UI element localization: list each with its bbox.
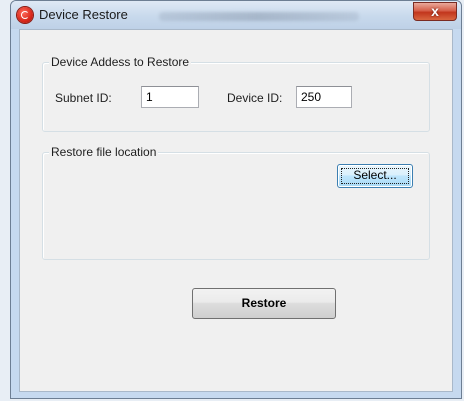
restore-file-group-title: Restore file location bbox=[49, 145, 159, 159]
title-bar[interactable]: Device Restore x bbox=[11, 1, 461, 29]
subnet-id-label: Subnet ID: bbox=[55, 91, 112, 105]
device-id-label: Device ID: bbox=[227, 91, 283, 105]
blurred-title-text bbox=[159, 12, 359, 21]
close-button[interactable]: x bbox=[413, 2, 457, 21]
dialog-client-area: Device Addess to Restore Subnet ID: 1 De… bbox=[19, 29, 453, 392]
restore-file-group: Restore file location Select... bbox=[42, 145, 430, 260]
device-id-input[interactable]: 250 bbox=[296, 86, 352, 108]
subnet-id-input[interactable]: 1 bbox=[141, 86, 199, 108]
select-file-button[interactable]: Select... bbox=[337, 164, 413, 188]
device-address-group-title: Device Addess to Restore bbox=[49, 55, 192, 69]
device-address-group: Device Addess to Restore Subnet ID: 1 De… bbox=[42, 55, 430, 132]
device-restore-window: Device Restore x Device Addess to Restor… bbox=[10, 0, 462, 399]
close-icon: x bbox=[431, 3, 439, 19]
app-restore-icon[interactable] bbox=[17, 7, 33, 23]
window-title: Device Restore bbox=[39, 7, 128, 22]
restore-button[interactable]: Restore bbox=[192, 288, 336, 319]
